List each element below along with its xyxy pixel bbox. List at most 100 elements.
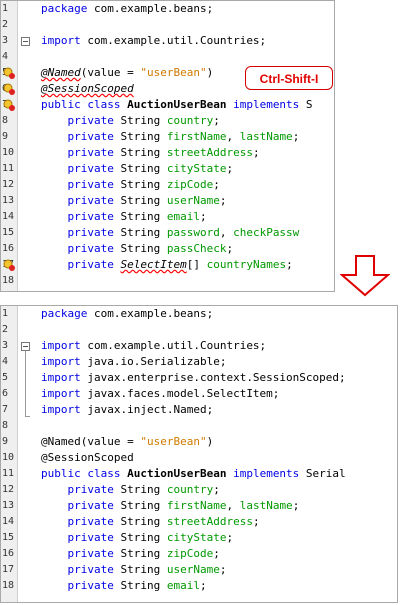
code-line[interactable]: 15 private String password, checkPassw	[1, 225, 334, 241]
code-token: passCheck	[166, 242, 227, 255]
code-token: private	[41, 531, 114, 544]
code-token: ;	[199, 579, 207, 592]
code-line[interactable]: 17 private String userName;	[1, 562, 397, 578]
code-token: private	[41, 547, 114, 560]
line-number: 3	[2, 340, 9, 351]
code-token: private	[41, 483, 114, 496]
code-token: private	[41, 194, 114, 207]
code-token: implements	[233, 98, 300, 111]
code-line[interactable]: 9 @Named(value = "userBean")	[1, 434, 397, 450]
code-line[interactable]: 8	[1, 418, 397, 434]
code-line[interactable]: 17 private SelectItem[] countryNames;	[1, 257, 334, 273]
code-line[interactable]: 4	[1, 49, 334, 65]
code-token: ;	[213, 547, 220, 560]
code-line[interactable]: 7 import javax.inject.Named;	[1, 402, 397, 418]
code-token: checkPassw	[233, 226, 300, 239]
code-token: password	[166, 226, 220, 239]
code-line[interactable]: 11 private String cityState;	[1, 161, 334, 177]
code-line[interactable]: 18 private String email;	[1, 578, 397, 594]
code-text: private String country;	[41, 482, 219, 498]
code-line[interactable]: 3 import com.example.util.Countries;	[1, 33, 334, 49]
code-line[interactable]: 6 import javax.faces.model.SelectItem;	[1, 386, 397, 402]
code-token: zipCode	[166, 178, 214, 191]
code-line[interactable]: 2	[1, 322, 397, 338]
code-line[interactable]: 10 private String streetAddress;	[1, 145, 334, 161]
error-hint-icon[interactable]	[3, 83, 15, 95]
code-line[interactable]: 18	[1, 273, 334, 289]
code-line[interactable]: 5 import javax.enterprise.context.Session…	[1, 370, 397, 386]
code-token: []	[186, 258, 207, 271]
code-line[interactable]: 14 private String email;	[1, 209, 334, 225]
editor-before[interactable]: 1 package com.example.beans; 2 3 import com.…	[0, 0, 335, 292]
code-line[interactable]: 3 import com.example.util.Countries;	[1, 338, 397, 354]
line-number: 2	[2, 19, 9, 30]
down-arrow-icon	[340, 255, 390, 297]
code-text: private String password, checkPassw	[41, 225, 299, 241]
code-line[interactable]: 9 private String firstName, lastName;	[1, 129, 334, 145]
code-token: private	[41, 162, 114, 175]
code-token: private	[41, 499, 114, 512]
code-text: import javax.faces.model.SelectItem;	[41, 386, 279, 402]
code-line[interactable]: 8 private String country;	[1, 113, 334, 129]
code-token: userName	[166, 563, 220, 576]
code-line[interactable]: 7public class AuctionUserBean implements…	[1, 97, 334, 113]
code-line[interactable]: 1 package com.example.beans;	[1, 306, 397, 322]
line-number: 10	[2, 452, 15, 463]
code-token: package	[41, 307, 88, 320]
code-token: String	[113, 162, 167, 175]
code-token: "userBean"	[140, 435, 207, 448]
code-line[interactable]: 16 private String zipCode;	[1, 546, 397, 562]
code-token: String	[113, 242, 167, 255]
editor-after[interactable]: 1 package com.example.beans; 2 3 import com.…	[0, 305, 398, 603]
code-token: cityState	[166, 531, 227, 544]
code-text: private String cityState;	[41, 530, 233, 546]
code-line[interactable]: 15 private String cityState;	[1, 530, 397, 546]
code-line[interactable]: 14 private String streetAddress;	[1, 514, 397, 530]
code-token: ,	[226, 130, 240, 143]
code-token: ;	[199, 210, 207, 223]
code-token: private	[41, 210, 114, 223]
code-line[interactable]: 16 private String passCheck;	[1, 241, 334, 257]
code-text: @SessionScoped	[41, 450, 134, 466]
code-token: private	[41, 258, 114, 271]
line-number: 17	[2, 564, 15, 575]
code-token: ;	[292, 130, 300, 143]
code-token: import	[41, 403, 81, 416]
line-number: 9	[2, 436, 9, 447]
code-token: AuctionUserBean	[127, 467, 227, 480]
code-line[interactable]: 13 private String firstName, lastName;	[1, 498, 397, 514]
code-token: AuctionUserBean	[127, 98, 227, 111]
code-token: ;	[213, 178, 220, 191]
error-hint-icon[interactable]	[3, 99, 15, 111]
line-number: 12	[2, 179, 15, 190]
code-line[interactable]: 13 private String userName;	[1, 193, 334, 209]
code-token: ;	[286, 258, 293, 271]
code-token: com.example.beans;	[87, 307, 214, 320]
code-token: streetAddress	[166, 146, 253, 159]
code-token: private	[41, 178, 114, 191]
code-token: String	[113, 579, 167, 592]
error-hint-icon[interactable]	[3, 67, 15, 79]
code-text: import javax.enterprise.context.SessionS…	[41, 370, 346, 386]
code-token: countryNames	[206, 258, 287, 271]
line-number: 11	[2, 468, 15, 479]
code-token: private	[41, 146, 114, 159]
line-number: 14	[2, 211, 15, 222]
error-hint-icon[interactable]	[3, 259, 15, 271]
line-number: 13	[2, 195, 15, 206]
code-token: ;	[292, 499, 300, 512]
line-number: 15	[2, 532, 15, 543]
code-line[interactable]: 1 package com.example.beans;	[1, 1, 334, 17]
code-line[interactable]: 12 private String country;	[1, 482, 397, 498]
code-token: import	[41, 355, 81, 368]
code-text: package com.example.beans;	[41, 1, 213, 17]
code-token: String	[113, 483, 167, 496]
code-line[interactable]: 2	[1, 17, 334, 33]
code-line[interactable]: 11 public class AuctionUserBean implement…	[1, 466, 397, 482]
code-token: String	[113, 130, 167, 143]
line-number: 10	[2, 147, 15, 158]
code-line[interactable]: 4 import java.io.Serializable;	[1, 354, 397, 370]
code-token: String	[113, 146, 167, 159]
code-line[interactable]: 10 @SessionScoped	[1, 450, 397, 466]
code-line[interactable]: 12 private String zipCode;	[1, 177, 334, 193]
